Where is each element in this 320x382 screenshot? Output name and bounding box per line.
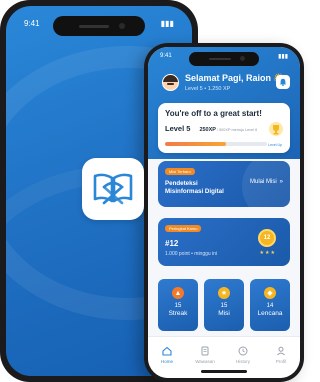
mission-card[interactable]: Misi Terbaru Pendeteksi Misinformasi Dig… [158,161,290,207]
nav-label: Wawasan [195,359,215,364]
rank-number: #12 [165,239,179,248]
status-bar: 9:41 ▮▮▮ [24,19,174,28]
book-icon [200,345,211,356]
bell-icon [279,78,287,86]
rank-points: 1.000 point • minggu ini [165,251,218,257]
status-time: 9:41 [24,19,40,28]
xp-progress-bar [165,142,267,146]
rank-card[interactable]: Peringkat Kamu #12 1.000 point • minggu … [158,218,290,266]
start-mission-label: Mulai Misi [249,179,277,185]
xp-value: 250XP [199,127,216,133]
chevron-right-icon: » [279,179,283,185]
status-bar: 9:41 ▮▮▮ [160,53,288,60]
star-icon: ★ [218,287,230,299]
greeting-text: Selamat Pagi, Raion [185,73,272,83]
stats-row: ▲ 15 Streak ★ 15 Misi ◆ 14 Lencana [158,279,290,331]
status-signal-icon: ▮▮▮ [160,19,174,28]
mission-title: Pendeteksi Misinformasi Digital [165,180,224,195]
nav-label: Profil [275,359,287,364]
stat-label: Lencana [257,310,283,317]
trophy-icon [269,122,283,136]
mission-tag: Misi Terbaru [165,168,195,175]
stat-label: Streak [168,310,188,317]
stat-streak[interactable]: ▲ 15 Streak [158,279,198,331]
stat-value: 15 [174,303,182,309]
home-indicator [201,370,247,373]
rank-tag: Peringkat Kamu [165,225,202,232]
xp-progress-fill [165,142,227,146]
home-icon [162,345,173,356]
user-icon [276,345,287,356]
start-mission-button[interactable]: Mulai Misi » [250,179,283,185]
stat-value: 14 [266,303,274,309]
progress-title: You're off to a great start! [165,109,262,118]
medal-icon: 12 [258,229,276,247]
stat-value: 15 [220,303,228,309]
nav-profile[interactable]: Profil [265,345,297,364]
flame-icon: ▲ [172,287,184,299]
current-level: Level 5 [165,124,191,133]
stat-label: Misi [218,310,230,317]
status-time: 9:41 [160,53,172,59]
user-level-text: Level 5 • 1.250 XP [185,86,231,92]
clock-icon [238,345,249,356]
nav-label: Home [160,359,173,364]
home-screen: 9:41 ▮▮▮ Selamat Pagi, Raion👋 Level 5 • … [148,47,300,378]
badge-icon: ◆ [264,287,276,299]
nav-home[interactable]: Home [151,345,183,364]
showcase-stage: 9:41 ▮▮▮ 9:41 ▮▮▮ Selamat Pagi, Raion Le… [0,0,304,382]
nav-wawasan[interactable]: Wawasan [189,345,221,364]
greeting: Selamat Pagi, Raion👋 [185,73,284,84]
home-phone: 9:41 ▮▮▮ Selamat Pagi, Raion👋 Level 5 • … [144,43,304,382]
xp-target: / 500XP menuju Level 6 [216,128,258,132]
app-logo [82,158,144,220]
level-up-badge: Level Up [268,143,282,147]
status-signal-icon: ▮▮▮ [278,54,288,60]
nav-label: History [235,359,250,364]
progress-card: You're off to a great start! Level 5 250… [158,103,290,153]
avatar[interactable] [162,74,179,91]
stat-missions[interactable]: ★ 15 Misi [204,279,244,331]
stars-icon: ★★★ [259,250,276,256]
open-book-logo-icon [93,173,133,205]
notification-button[interactable] [276,75,290,89]
stat-badges[interactable]: ◆ 14 Lencana [250,279,290,331]
nav-history[interactable]: History [227,345,259,364]
